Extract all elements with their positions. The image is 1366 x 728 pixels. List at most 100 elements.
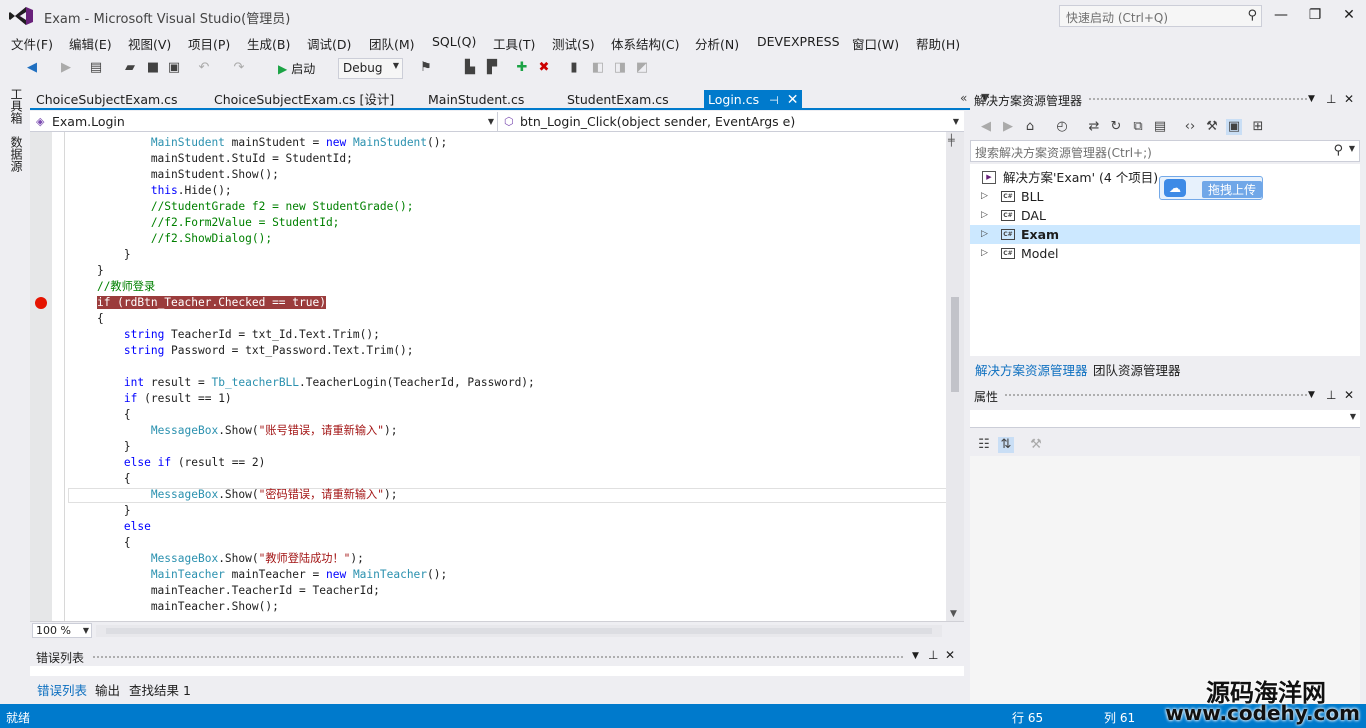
pane-dropdown-icon[interactable]: ▼	[1308, 94, 1315, 104]
add-breakpoint-icon[interactable]: ✚	[514, 60, 530, 76]
menu-devexpress[interactable]: DEVEXPRESS	[757, 34, 840, 49]
code-line[interactable]: //f2.Form2Value = StudentId;	[70, 215, 340, 231]
code-line[interactable]: //教师登录	[70, 279, 155, 295]
tab-find-results[interactable]: 查找结果 1	[129, 680, 191, 699]
close-tab-icon[interactable]: ✕	[787, 92, 799, 108]
code-line[interactable]: mainStudent.Show();	[70, 167, 279, 183]
tree-item-exam[interactable]: ▷ C# Exam	[970, 225, 1360, 244]
back-icon[interactable]: ◀	[978, 119, 994, 135]
code-line[interactable]: this.Hide();	[70, 183, 232, 199]
panel-grip[interactable]	[92, 655, 904, 659]
code-line[interactable]: //StudentGrade f2 = new StudentGrade();	[70, 199, 414, 215]
menu-team[interactable]: 团队(M)	[369, 34, 415, 53]
code-line[interactable]: else if (result == 2)	[70, 455, 265, 471]
expand-arrow-icon[interactable]: ▷	[981, 225, 988, 244]
close-panel-icon[interactable]: ✕	[945, 648, 955, 662]
code-line[interactable]: MessageBox.Show("账号错误，请重新输入");	[70, 423, 398, 439]
categorized-icon[interactable]: ☷	[976, 437, 992, 453]
breakpoint-icon[interactable]	[35, 297, 47, 309]
open-file-icon[interactable]: ▰	[122, 60, 138, 76]
expand-arrow-icon[interactable]: ▷	[981, 187, 988, 206]
zoom-select[interactable]: 100 % ▼	[32, 623, 92, 638]
scrollbar-thumb[interactable]	[106, 628, 932, 634]
tab-error-list[interactable]: 错误列表	[37, 680, 87, 699]
menu-debug[interactable]: 调试(D)	[307, 34, 351, 53]
solution-search-input[interactable]: 搜索解决方案资源管理器(Ctrl+;) ⚲ ▼	[970, 140, 1360, 162]
preview-selected-icon[interactable]: ▣	[1226, 119, 1242, 135]
code-line[interactable]: mainTeacher.Show();	[70, 599, 279, 615]
menu-build[interactable]: 生成(B)	[247, 34, 290, 53]
expand-arrow-icon[interactable]: ▷	[981, 244, 988, 263]
code-line[interactable]: {	[70, 535, 131, 551]
code-line[interactable]: int result = Tb_teacherBLL.TeacherLogin(…	[70, 375, 535, 391]
pin-icon[interactable]: ⊥	[1326, 92, 1336, 106]
side-tab-toolbox[interactable]: 工具箱	[8, 88, 25, 124]
menu-window[interactable]: 窗口(W)	[852, 34, 899, 53]
code-line[interactable]: MainStudent mainStudent = new MainStuden…	[70, 135, 447, 151]
save-icon[interactable]: ■	[145, 60, 161, 76]
indicator-margin[interactable]	[30, 132, 52, 621]
show-all-files-icon[interactable]: ▤	[1152, 119, 1168, 135]
tab-choicesubjectexam-cs[interactable]: ChoiceSubjectExam.cs	[36, 90, 178, 110]
navigate-back-icon[interactable]: ◀	[24, 60, 40, 76]
delete-breakpoint-icon[interactable]: ✖	[536, 60, 552, 76]
code-line[interactable]: //f2.ShowDialog();	[70, 231, 272, 247]
pin-icon[interactable]: ⊥	[928, 648, 938, 662]
tab-studentexam-cs[interactable]: StudentExam.cs	[567, 90, 669, 110]
tab-choicesubjectexam-design[interactable]: ChoiceSubjectExam.cs [设计]	[214, 90, 394, 110]
pin-icon[interactable]: ⊥	[1326, 388, 1336, 402]
next-bookmark-icon[interactable]: ◨	[612, 60, 628, 76]
code-line[interactable]: }	[70, 439, 131, 455]
home-icon[interactable]: ⌂	[1022, 119, 1038, 135]
clear-bookmarks-icon[interactable]: ◩	[634, 60, 650, 76]
tree-item-dal[interactable]: ▷ C# DAL	[970, 206, 1360, 225]
code-line[interactable]: MessageBox.Show("密码错误，请重新输入");	[70, 487, 398, 503]
tab-login-cs[interactable]: Login.cs ⊣ ✕	[704, 90, 803, 110]
code-line[interactable]: {	[70, 407, 131, 423]
code-line[interactable]: string Password = txt_Password.Text.Trim…	[70, 343, 414, 359]
code-line[interactable]: }	[70, 247, 131, 263]
redo-icon[interactable]: ↷	[231, 60, 247, 76]
menu-analyze[interactable]: 分析(N)	[695, 34, 739, 53]
pin-icon[interactable]: ⊣	[769, 94, 779, 107]
menu-help[interactable]: 帮助(H)	[916, 34, 960, 53]
undo-icon[interactable]: ↶	[196, 60, 212, 76]
code-line[interactable]: {	[70, 471, 131, 487]
code-line[interactable]: mainTeacher.TeacherId = TeacherId;	[70, 583, 380, 599]
close-window-button[interactable]: ✕	[1334, 4, 1364, 26]
panel-dropdown-icon[interactable]: ▼	[912, 651, 919, 661]
alphabetical-icon[interactable]: ⇅	[998, 437, 1014, 453]
class-diagram-icon[interactable]: ⊞	[1250, 119, 1266, 135]
comment-icon[interactable]: ▙	[462, 60, 478, 76]
code-line[interactable]: if (rdBtn_Teacher.Checked == true)	[70, 295, 326, 311]
previous-bookmark-icon[interactable]: ◧	[590, 60, 606, 76]
editor-vertical-scrollbar[interactable]: ╪ ▼	[946, 132, 964, 621]
properties-icon[interactable]: ⚒	[1204, 119, 1220, 135]
panel-grip[interactable]	[1088, 97, 1308, 101]
close-pane-icon[interactable]: ✕	[1344, 388, 1354, 402]
menu-edit[interactable]: 编辑(E)	[69, 34, 112, 53]
expand-arrow-icon[interactable]: ▷	[981, 206, 988, 225]
uncomment-icon[interactable]: ▛	[484, 60, 500, 76]
view-code-icon[interactable]: ‹›	[1182, 119, 1198, 135]
code-line[interactable]: MainTeacher mainTeacher = new MainTeache…	[70, 567, 447, 583]
quick-launch-input[interactable]: 快速启动 (Ctrl+Q) ⚲	[1059, 5, 1262, 27]
scroll-down-icon[interactable]: ▼	[950, 609, 957, 619]
menu-tools[interactable]: 工具(T)	[493, 34, 535, 53]
tab-output[interactable]: 输出	[95, 680, 120, 699]
menu-file[interactable]: 文件(F)	[11, 34, 53, 53]
start-debugging-button[interactable]: ▶ 启动	[278, 59, 315, 79]
tab-overflow-icon[interactable]: «	[960, 91, 967, 105]
code-line[interactable]: }	[70, 503, 131, 519]
property-pages-icon[interactable]: ⚒	[1028, 437, 1044, 453]
scrollbar-thumb[interactable]	[951, 297, 959, 392]
save-all-icon[interactable]: ▣	[166, 60, 182, 76]
class-select[interactable]: ◈ Exam.Login ▼	[32, 112, 498, 131]
navigate-forward-icon[interactable]: ▶	[58, 60, 74, 76]
code-line[interactable]: else	[70, 519, 151, 535]
tab-solution-explorer[interactable]: 解决方案资源管理器	[975, 360, 1088, 379]
panel-grip[interactable]	[1004, 393, 1308, 397]
menu-view[interactable]: 视图(V)	[128, 34, 171, 53]
bookmark-icon[interactable]: ▮	[566, 60, 582, 76]
side-tab-datasources[interactable]: 数据源	[8, 136, 25, 172]
